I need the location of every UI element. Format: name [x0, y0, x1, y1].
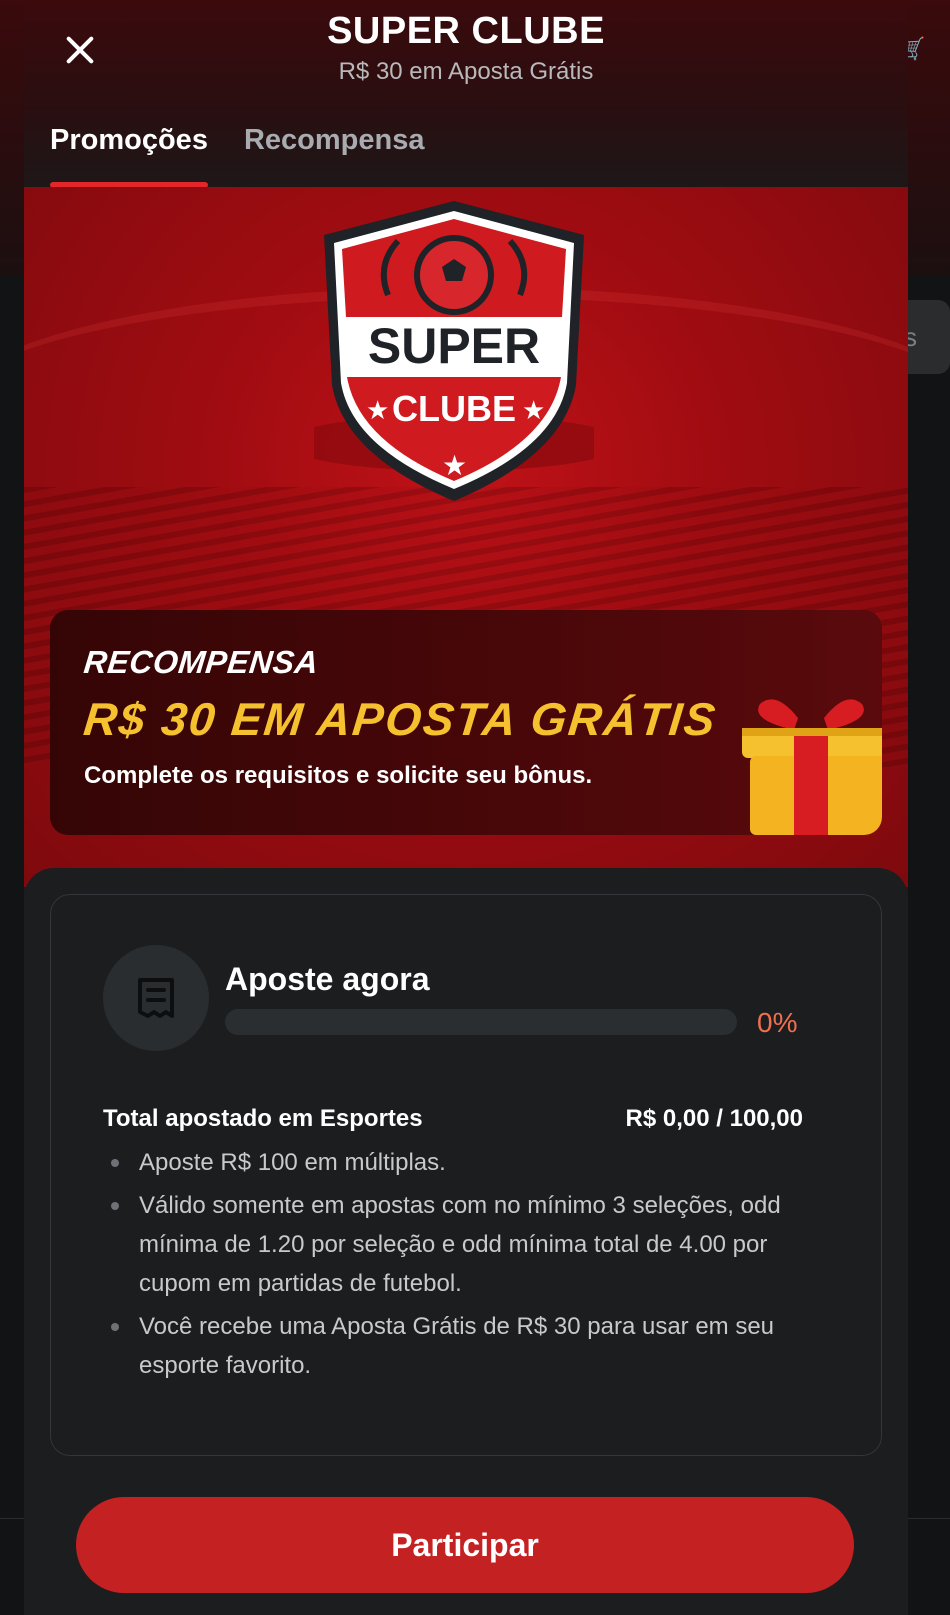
stat-label: Total apostado em Esportes	[103, 1105, 423, 1132]
modal-subtitle: R$ 30 em Aposta Grátis	[338, 58, 594, 85]
reward-card: RECOMPENSA R$ 30 EM APOSTA GRÁTIS Comple…	[50, 610, 882, 835]
reward-description: Complete os requisitos e solicite seu bô…	[84, 762, 593, 789]
svg-text:★: ★	[442, 450, 467, 481]
participar-button[interactable]: Participar	[76, 1497, 854, 1593]
requirements-sheet: Aposte agora 0% Total apostado em Esport…	[24, 868, 908, 1615]
gift-icon	[742, 699, 882, 835]
scroll-fade	[51, 1395, 881, 1455]
tab-label: Promoções	[50, 124, 208, 156]
badge-bottom-text: CLUBE	[392, 388, 516, 429]
requirement-bullet: Aposte R$ 100 em múltiplas.	[103, 1143, 803, 1182]
tab-promocoes[interactable]: Promoções	[50, 120, 208, 188]
tab-recompensa[interactable]: Recompensa	[244, 120, 425, 187]
badge-top-text: SUPER	[368, 318, 540, 374]
tab-bar: Promoções Recompensa	[50, 120, 425, 188]
tab-label: Recompensa	[243, 124, 425, 156]
progress-bar	[225, 1009, 737, 1035]
progress-percentage: 0%	[757, 1007, 798, 1038]
svg-text:★: ★	[366, 395, 389, 425]
requirement-bullet: Válido somente em apostas com no mínimo …	[103, 1186, 803, 1303]
promotion-modal: SUPER CLUBE R$ 30 em Aposta Grátis Promo…	[24, 0, 908, 1615]
stat-value: R$ 0,00 / 100,00	[625, 1105, 803, 1132]
super-clube-badge: SUPER CLUBE ★ ★ ★	[314, 201, 594, 501]
requirement-bullets: Aposte R$ 100 em múltiplas. Válido somen…	[103, 1143, 803, 1389]
stat-row: Total apostado em Esportes R$ 0,00 / 100…	[103, 1105, 803, 1141]
reward-amount: R$ 30 EM APOSTA GRÁTIS	[81, 693, 720, 745]
receipt-icon	[103, 945, 209, 1051]
requirement-title: Aposte agora	[225, 961, 430, 997]
requirement-bullet: Você recebe uma Aposta Grátis de R$ 30 p…	[103, 1307, 803, 1385]
svg-text:★: ★	[522, 395, 545, 425]
promo-banner: SUPER CLUBE ★ ★ ★ RECOMPENSA R$ 30 EM AP…	[24, 187, 908, 887]
requirement-card: Aposte agora 0% Total apostado em Esport…	[50, 894, 882, 1456]
modal-header: SUPER CLUBE R$ 30 em Aposta Grátis Promo…	[24, 0, 908, 188]
reward-label: RECOMPENSA	[82, 644, 321, 680]
modal-title: SUPER CLUBE	[327, 10, 605, 52]
